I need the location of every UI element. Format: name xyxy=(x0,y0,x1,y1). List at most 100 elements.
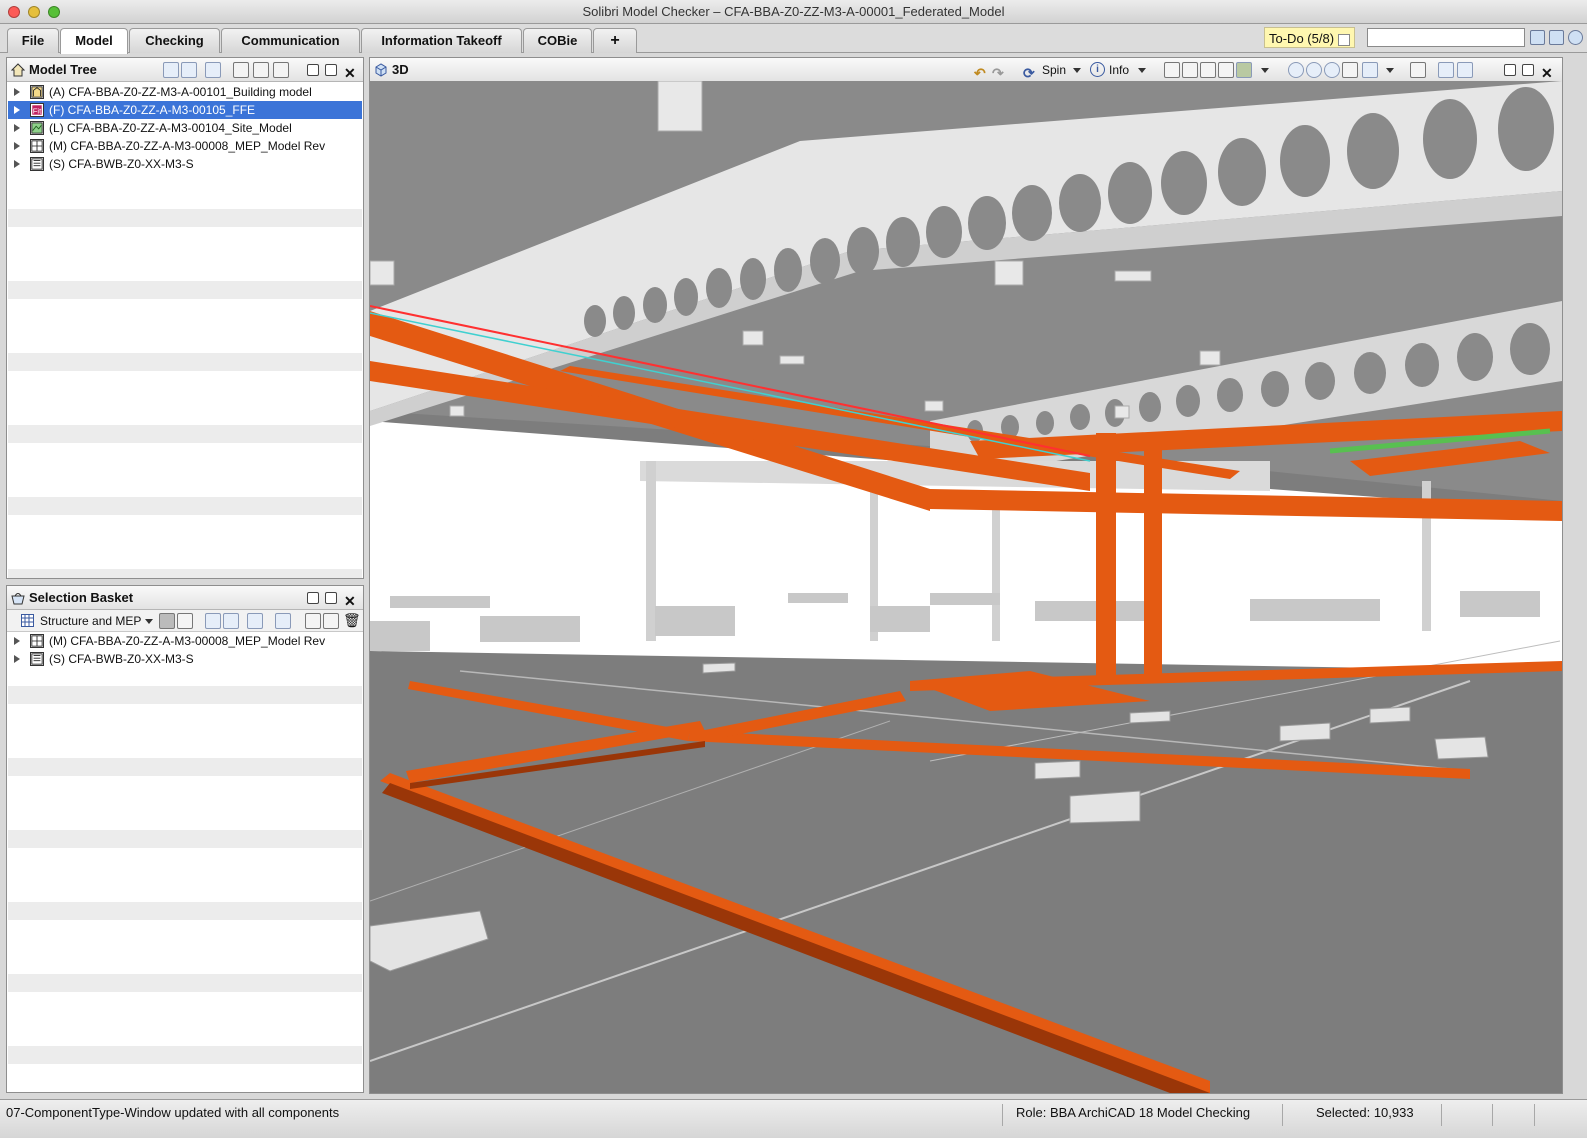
zoom-out-icon[interactable] xyxy=(1324,62,1340,78)
add-tab-button[interactable]: + xyxy=(593,28,637,53)
tree-row[interactable]: (L) CFA-BBA-Z0-ZZ-A-M3-00104_Site_Model xyxy=(8,119,362,137)
todo-indicator[interactable]: To-Do (5/8) xyxy=(1264,27,1355,48)
minimize-panel-icon[interactable] xyxy=(1504,64,1516,76)
tree-filter-icon[interactable] xyxy=(223,613,239,629)
zoom-window-icon[interactable] xyxy=(1342,62,1358,78)
zoom-in-icon[interactable] xyxy=(1306,62,1322,78)
info-mode-select[interactable]: Info xyxy=(1109,58,1129,82)
section-box-icon[interactable] xyxy=(1410,62,1426,78)
empty-row xyxy=(8,209,362,227)
tab-communication[interactable]: Communication xyxy=(221,28,360,53)
minimize-panel-icon[interactable] xyxy=(307,64,319,76)
tree-layers-icon[interactable] xyxy=(247,613,263,629)
tab-information-takeoff[interactable]: Information Takeoff xyxy=(361,28,522,53)
info-icon[interactable]: i xyxy=(1090,62,1105,77)
status-divider xyxy=(1441,1104,1442,1126)
expand-arrow-icon[interactable] xyxy=(14,142,20,150)
view-cube-icon[interactable] xyxy=(1164,62,1180,78)
model-tree-header: Model Tree ✕ xyxy=(7,58,363,82)
expand-arrow-icon[interactable] xyxy=(14,88,20,96)
expand-arrow-icon[interactable] xyxy=(14,160,20,168)
status-role: Role: BBA ArchiCAD 18 Model Checking xyxy=(1016,1105,1251,1120)
close-window-button[interactable] xyxy=(8,6,20,18)
tab-checking[interactable]: Checking xyxy=(129,28,220,53)
maximize-panel-icon[interactable] xyxy=(1522,64,1534,76)
tree-row[interactable]: (A) CFA-BBA-Z0-ZZ-M3-A-00101_Building mo… xyxy=(8,83,362,101)
binoculars-icon[interactable] xyxy=(1530,30,1545,45)
chevron-down-icon[interactable] xyxy=(1261,68,1269,73)
title-bar: Solibri Model Checker – CFA-BBA-Z0-ZZ-M3… xyxy=(0,0,1587,24)
expand-arrow-icon[interactable] xyxy=(14,124,20,132)
chevron-down-icon[interactable] xyxy=(1138,68,1146,73)
todo-search-input[interactable] xyxy=(1367,28,1525,47)
layers-icon[interactable] xyxy=(1438,62,1454,78)
basket-list: (M) CFA-BBA-Z0-ZZ-A-M3-00008_MEP_Model R… xyxy=(7,632,363,1092)
tree-view-icon[interactable] xyxy=(205,613,221,629)
basket-filter-select[interactable]: Structure and MEP xyxy=(40,614,141,628)
tab-model[interactable]: Model xyxy=(60,28,128,54)
basket-save-icon[interactable] xyxy=(177,613,193,629)
expand-arrow-icon[interactable] xyxy=(14,637,20,645)
empty-row xyxy=(8,497,362,515)
3d-viewport[interactable] xyxy=(370,81,1562,1093)
list-view-icon[interactable] xyxy=(273,62,289,78)
basket-row[interactable]: (M) CFA-BBA-Z0-ZZ-A-M3-00008_MEP_Model R… xyxy=(8,632,362,650)
view-side-icon[interactable] xyxy=(1200,62,1216,78)
empty-row xyxy=(8,974,362,992)
list-view-icon[interactable] xyxy=(323,613,339,629)
empty-row xyxy=(8,245,362,263)
empty-row xyxy=(8,1010,362,1028)
todo-list-icon[interactable] xyxy=(1337,33,1350,46)
chevron-down-icon[interactable] xyxy=(145,619,153,624)
model-tree-panel: Model Tree ✕ (A) CFA-BBA-Z0-ZZ-M3-A-0010… xyxy=(6,57,364,579)
3d-model-render[interactable] xyxy=(370,81,1562,1093)
expand-all-icon[interactable] xyxy=(233,62,249,78)
tree-row[interactable]: (M) CFA-BBA-Z0-ZZ-A-M3-00008_MEP_Model R… xyxy=(8,137,362,155)
empty-row xyxy=(8,758,362,776)
cube-icon xyxy=(375,63,387,77)
tree-row-selected[interactable]: Fit (F) CFA-BBA-Z0-ZZ-A-M3-00105_FFE xyxy=(8,101,362,119)
status-selected-count: Selected: 10,933 xyxy=(1316,1105,1414,1120)
collapse-all-icon[interactable] xyxy=(305,613,321,629)
empty-row xyxy=(8,866,362,884)
tab-cobie[interactable]: COBie xyxy=(523,28,592,53)
basket-add-icon[interactable] xyxy=(275,613,291,629)
zoom-window-button[interactable] xyxy=(48,6,60,18)
minimize-panel-icon[interactable] xyxy=(307,592,319,604)
stack-icon[interactable] xyxy=(1457,62,1473,78)
help-icon[interactable] xyxy=(1568,30,1583,45)
site-model-icon xyxy=(30,121,44,135)
tab-file[interactable]: File xyxy=(7,28,59,53)
3d-view-header: 3D ↶ ↷ ⟳ Spin i Info ✕ xyxy=(370,58,1562,82)
basket-stop-icon[interactable] xyxy=(159,613,175,629)
collapse-all-icon[interactable] xyxy=(253,62,269,78)
view-top-icon[interactable] xyxy=(1218,62,1234,78)
model-tree-list: (A) CFA-BBA-Z0-ZZ-M3-A-00101_Building mo… xyxy=(7,82,363,578)
maximize-panel-icon[interactable] xyxy=(325,64,337,76)
tree-view-icon[interactable] xyxy=(163,62,179,78)
zoom-fit-icon[interactable] xyxy=(1288,62,1304,78)
chevron-down-icon[interactable] xyxy=(1386,68,1394,73)
spin-mode-select[interactable]: Spin xyxy=(1042,58,1066,82)
tree-filter-icon[interactable] xyxy=(181,62,197,78)
save-icon[interactable] xyxy=(1549,30,1564,45)
mep-model-icon xyxy=(30,634,44,648)
basket-row[interactable]: (S) CFA-BWB-Z0-XX-M3-S xyxy=(8,650,362,668)
empty-row xyxy=(8,794,362,812)
expand-arrow-icon[interactable] xyxy=(14,655,20,663)
trash-icon[interactable]: 🗑 xyxy=(343,612,361,629)
chevron-down-icon[interactable] xyxy=(1073,68,1081,73)
ffe-model-icon: Fit xyxy=(30,103,44,117)
expand-arrow-icon[interactable] xyxy=(14,106,20,114)
status-divider xyxy=(1492,1104,1493,1126)
view-front-icon[interactable] xyxy=(1182,62,1198,78)
maximize-panel-icon[interactable] xyxy=(325,592,337,604)
building-model-icon xyxy=(30,85,44,99)
empty-row xyxy=(8,902,362,920)
view-box-icon[interactable] xyxy=(1236,62,1252,78)
measure-icon[interactable] xyxy=(1362,62,1378,78)
tree-layers-icon[interactable] xyxy=(205,62,221,78)
minimize-window-button[interactable] xyxy=(28,6,40,18)
tree-row[interactable]: (S) CFA-BWB-Z0-XX-M3-S xyxy=(8,155,362,173)
empty-row xyxy=(8,569,362,578)
